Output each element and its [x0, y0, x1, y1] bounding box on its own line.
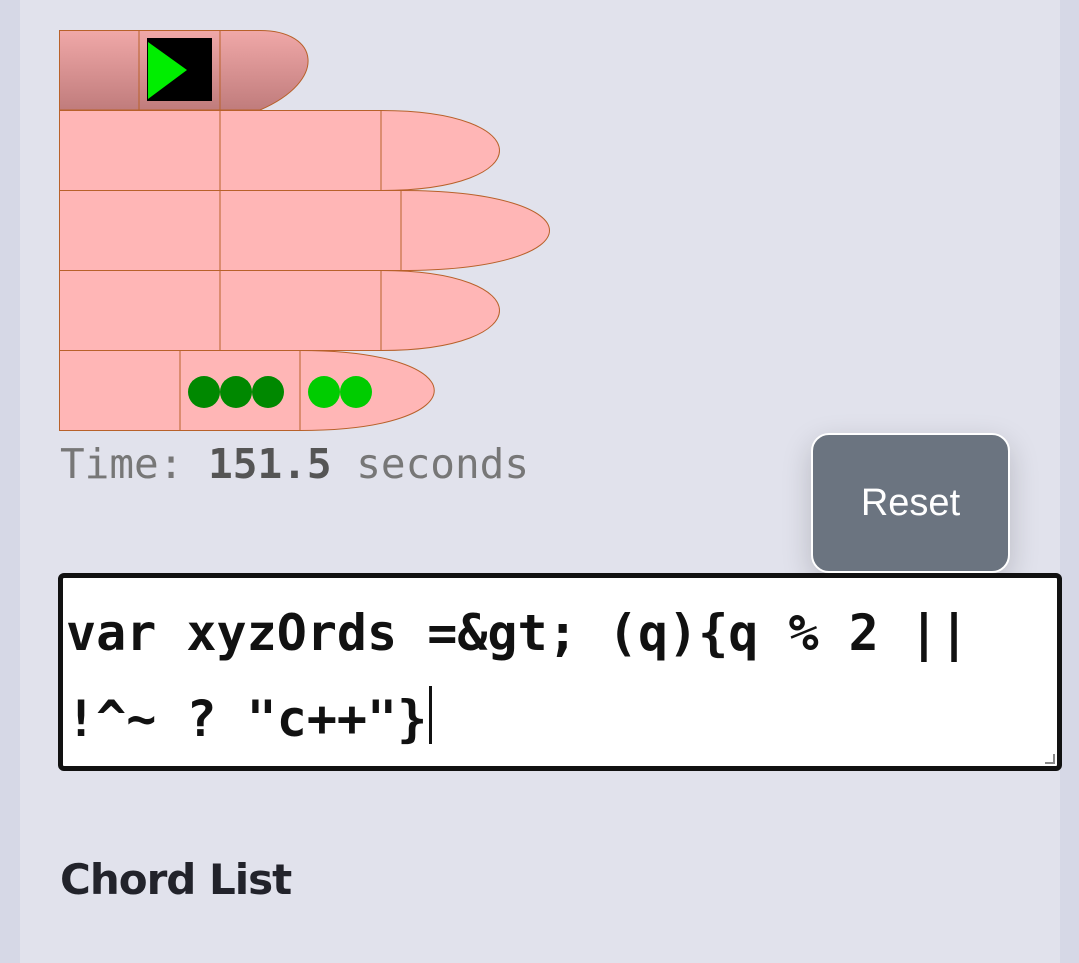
key-dot — [220, 376, 252, 408]
key-dot — [188, 376, 220, 408]
key-dot — [252, 376, 284, 408]
finger-pinky — [59, 350, 435, 431]
chord-list-heading: Chord List — [60, 855, 292, 904]
thumb — [59, 30, 309, 111]
reset-button[interactable]: Reset — [811, 433, 1010, 573]
resize-handle-icon[interactable] — [1045, 754, 1055, 764]
text-caret — [429, 686, 433, 744]
key-dots-dark — [188, 376, 284, 408]
app-panel: Time: 151.5 seconds Reset var xyzOrds =&… — [20, 0, 1062, 963]
code-text: var xyzOrds =&gt; (q){q % 2 || !^~ ? "c+… — [66, 604, 1000, 748]
key-dot — [340, 376, 372, 408]
key-dot — [308, 376, 340, 408]
finger-ring — [59, 270, 500, 351]
play-triangle-icon[interactable] — [147, 38, 212, 101]
timer-readout: Time: 151.5 seconds — [60, 440, 529, 488]
finger-index — [59, 110, 500, 191]
finger-middle — [59, 190, 550, 271]
hand-diagram — [59, 30, 550, 431]
timer-value: 151.5 — [208, 440, 332, 488]
timer-suffix: seconds — [356, 440, 530, 488]
code-input[interactable]: var xyzOrds =&gt; (q){q % 2 || !^~ ? "c+… — [58, 573, 1062, 771]
timer-prefix: Time: — [60, 440, 184, 488]
